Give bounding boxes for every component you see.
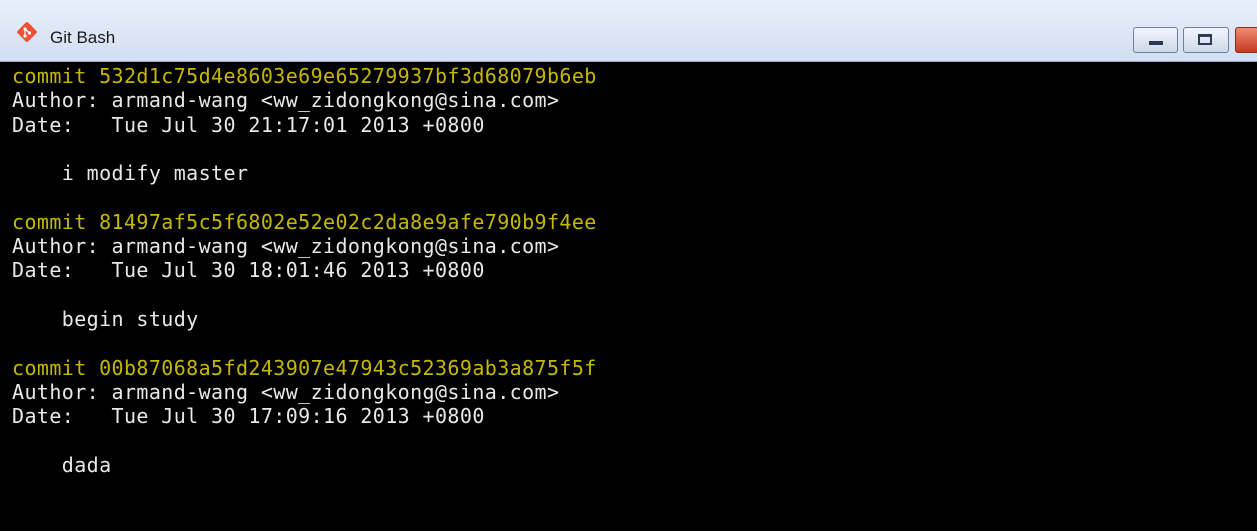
maximize-button[interactable] <box>1183 27 1229 53</box>
close-button[interactable] <box>1235 27 1257 53</box>
terminal-line: Date: Tue Jul 30 18:01:46 2013 +0800 <box>12 258 485 283</box>
commit-hash-line: commit 532d1c75d4e8603e69e65279937bf3d68… <box>12 64 597 88</box>
terminal-line: Author: armand-wang <ww_zidongkong@sina.… <box>12 234 560 259</box>
terminal-line: Author: armand-wang <ww_zidongkong@sina.… <box>12 379 560 404</box>
terminal-line: Author: armand-wang <ww_zidongkong@sina.… <box>12 88 560 113</box>
maximize-icon <box>1198 34 1212 45</box>
terminal-line: begin study <box>12 307 199 331</box>
terminal-line: Date: Tue Jul 30 17:09:16 2013 +0800 <box>12 404 485 429</box>
terminal-line: i modify master <box>12 161 249 186</box>
terminal-line: Date: Tue Jul 30 21:17:01 2013 +0800 <box>12 112 485 137</box>
commit-hash-line: commit 00b87068a5fd243907e47943c52369ab3… <box>12 355 597 380</box>
window-title: Git Bash <box>50 28 116 47</box>
commit-hash-line: commit 81497af5c5f6802e52e02c2da8e9afe79… <box>12 209 597 234</box>
minimize-icon <box>1149 41 1163 45</box>
terminal-line: dada <box>12 452 112 477</box>
title-bar[interactable]: Git Bash <box>0 0 1257 62</box>
terminal-output[interactable]: commit 532d1c75d4e8603e69e65279937bf3d68… <box>0 62 1257 531</box>
minimize-button[interactable] <box>1133 27 1178 53</box>
git-logo-icon <box>17 22 37 42</box>
